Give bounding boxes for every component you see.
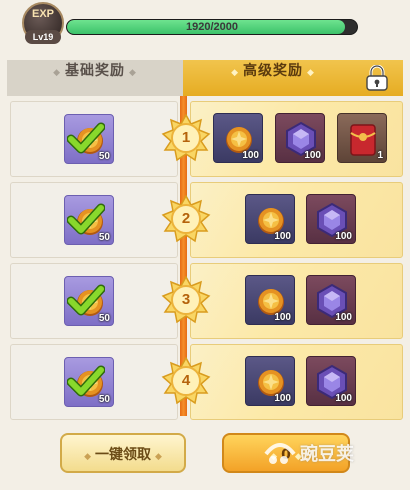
- advanced-reward-item[interactable]: 100: [245, 194, 295, 244]
- item-count: 1: [377, 150, 383, 161]
- diamond-ornament-icon: ◆: [84, 452, 91, 462]
- advanced-reward-item[interactable]: 100: [245, 356, 295, 406]
- level-medal: 1: [161, 114, 211, 164]
- claim-all-label: 一键领取: [95, 447, 151, 463]
- level-number: 3: [181, 291, 191, 308]
- advanced-reward-cell: [190, 182, 403, 258]
- item-count: 50: [98, 394, 110, 405]
- advanced-reward-item[interactable]: 100: [213, 113, 263, 163]
- reward-row: 50 100 100 3: [7, 263, 403, 339]
- unlock-advanced-button[interactable]: ◆ 0 ◆: [222, 433, 350, 473]
- lock-icon[interactable]: [365, 65, 389, 91]
- basic-reward-item[interactable]: 50: [64, 357, 114, 407]
- item-count: 100: [304, 150, 321, 161]
- advanced-reward-cell: [190, 344, 403, 420]
- advanced-reward-item[interactable]: 100: [306, 356, 356, 406]
- exp-progress-bar: 1920/2000: [66, 19, 358, 35]
- reward-row: 50 100 100 2: [7, 182, 403, 258]
- item-count: 50: [98, 313, 110, 324]
- exp-header: EXP Lv19 1920/2000: [0, 0, 410, 52]
- level-medal: 4: [161, 357, 211, 407]
- reward-row: 50 100 100 1 1: [7, 101, 403, 177]
- basic-reward-cell: 50: [10, 263, 178, 339]
- advanced-reward-item[interactable]: 100: [306, 275, 356, 325]
- item-count: 100: [335, 312, 352, 323]
- diamond-ornament-icon: ◆: [270, 452, 278, 462]
- item-count: 100: [242, 150, 259, 161]
- advanced-rewards-title: 高级奖励: [243, 63, 303, 79]
- diamond-ornament-icon: ◆: [231, 68, 239, 78]
- advanced-rewards-header: ◆ 高级奖励 ◆: [183, 60, 403, 96]
- claim-all-button[interactable]: ◆ 一键领取 ◆: [60, 433, 186, 473]
- level-number: 1: [181, 129, 191, 146]
- diamond-ornament-icon: ◆: [129, 68, 137, 78]
- basic-reward-item[interactable]: 50: [64, 114, 114, 164]
- advanced-reward-item[interactable]: 1: [337, 113, 387, 163]
- level-medal: 3: [161, 276, 211, 326]
- basic-reward-item[interactable]: 50: [64, 195, 114, 245]
- exp-progress-text: 1920/2000: [186, 21, 238, 33]
- item-count: 100: [335, 393, 352, 404]
- diamond-ornament-icon: ◆: [307, 68, 315, 78]
- item-count: 50: [98, 232, 110, 243]
- item-count: 100: [274, 393, 291, 404]
- exp-label: EXP: [31, 8, 54, 20]
- unlock-advanced-label: 0: [281, 447, 291, 463]
- advanced-reward-cell: [190, 263, 403, 339]
- basic-rewards-header: ◆ 基础奖励 ◆: [7, 60, 183, 96]
- level-medal: 2: [161, 195, 211, 245]
- exp-level-badge: EXP Lv19: [22, 2, 64, 48]
- level-number: 2: [181, 210, 191, 227]
- advanced-reward-item[interactable]: 100: [306, 194, 356, 244]
- basic-reward-cell: 50: [10, 182, 178, 258]
- diamond-ornament-icon: ◆: [155, 452, 162, 462]
- reward-row: 50 100 100 4: [7, 344, 403, 420]
- basic-rewards-title: 基础奖励: [65, 63, 125, 79]
- item-count: 100: [335, 231, 352, 242]
- item-count: 100: [274, 312, 291, 323]
- item-count: 50: [98, 151, 110, 162]
- basic-reward-item[interactable]: 50: [64, 276, 114, 326]
- diamond-ornament-icon: ◆: [294, 452, 302, 462]
- advanced-reward-item[interactable]: 100: [275, 113, 325, 163]
- basic-reward-cell: 50: [10, 101, 178, 177]
- diamond-ornament-icon: ◆: [53, 68, 61, 78]
- level-number: 4: [181, 372, 191, 389]
- level-label: Lv19: [25, 30, 61, 44]
- basic-reward-cell: 50: [10, 344, 178, 420]
- item-count: 100: [274, 231, 291, 242]
- advanced-reward-item[interactable]: 100: [245, 275, 295, 325]
